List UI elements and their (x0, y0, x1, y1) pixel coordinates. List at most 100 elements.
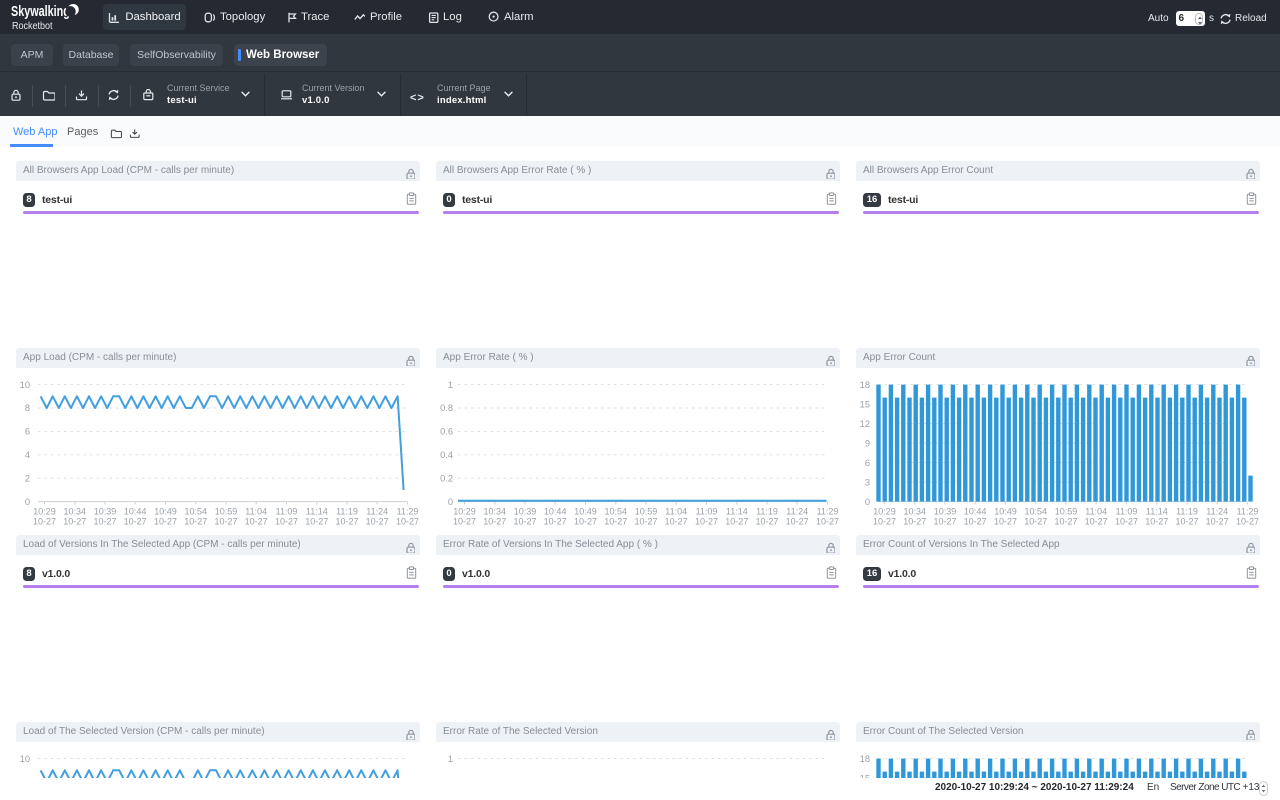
svg-text:0: 0 (865, 497, 870, 507)
svg-text:3: 3 (865, 477, 870, 487)
svg-text:6: 6 (865, 458, 870, 468)
svg-text:11:24: 11:24 (1206, 507, 1228, 517)
svg-text:0.6: 0.6 (440, 427, 453, 437)
svg-text:10-27: 10-27 (665, 517, 688, 527)
svg-text:10-27: 10-27 (604, 517, 627, 527)
svg-text:10:34: 10:34 (484, 507, 507, 517)
svg-text:10:54: 10:54 (1025, 507, 1048, 517)
svg-text:10-27: 10-27 (483, 517, 506, 527)
svg-text:11:19: 11:19 (756, 507, 778, 517)
svg-text:10-27: 10-27 (725, 517, 748, 527)
svg-text:10-27: 10-27 (335, 517, 358, 527)
svg-text:10-27: 10-27 (93, 517, 116, 527)
svg-text:10-27: 10-27 (305, 517, 328, 527)
svg-text:10-27: 10-27 (1236, 517, 1259, 527)
svg-text:11:29: 11:29 (817, 507, 839, 517)
svg-text:10-27: 10-27 (755, 517, 778, 527)
svg-text:8: 8 (25, 403, 30, 413)
svg-text:11:24: 11:24 (366, 507, 388, 517)
svg-text:10-27: 10-27 (513, 517, 536, 527)
svg-text:10: 10 (20, 380, 30, 390)
svg-text:10-27: 10-27 (933, 517, 956, 527)
svg-text:10-27: 10-27 (994, 517, 1017, 527)
svg-text:0.4: 0.4 (440, 450, 453, 460)
svg-text:10-27: 10-27 (275, 517, 298, 527)
svg-text:11:14: 11:14 (1146, 507, 1168, 517)
svg-text:10:54: 10:54 (185, 507, 208, 517)
svg-text:11:09: 11:09 (1116, 507, 1138, 517)
svg-text:12: 12 (860, 419, 870, 429)
svg-text:10:44: 10:44 (544, 507, 567, 517)
svg-text:10:59: 10:59 (635, 507, 658, 517)
svg-text:0.8: 0.8 (440, 403, 453, 413)
svg-text:10:34: 10:34 (904, 507, 927, 517)
svg-text:10:39: 10:39 (514, 507, 537, 517)
svg-text:10:39: 10:39 (94, 507, 117, 517)
svg-text:0: 0 (25, 497, 30, 507)
svg-text:10-27: 10-27 (903, 517, 926, 527)
svg-text:11:29: 11:29 (1237, 507, 1259, 517)
svg-text:0.2: 0.2 (440, 473, 453, 483)
svg-text:10-27: 10-27 (1024, 517, 1047, 527)
svg-text:10-27: 10-27 (396, 517, 419, 527)
svg-text:10:49: 10:49 (574, 507, 597, 517)
svg-text:10-27: 10-27 (453, 517, 476, 527)
svg-text:10-27: 10-27 (63, 517, 86, 527)
svg-text:11:14: 11:14 (726, 507, 748, 517)
svg-text:11:19: 11:19 (336, 507, 358, 517)
svg-text:10-27: 10-27 (786, 517, 809, 527)
svg-text:10-27: 10-27 (1145, 517, 1168, 527)
svg-text:10:44: 10:44 (124, 507, 147, 517)
svg-text:10:59: 10:59 (1055, 507, 1078, 517)
svg-text:10-27: 10-27 (1115, 517, 1138, 527)
svg-text:11:04: 11:04 (1085, 507, 1107, 517)
svg-text:2: 2 (25, 473, 30, 483)
svg-text:9: 9 (865, 438, 870, 448)
svg-text:10-27: 10-27 (154, 517, 177, 527)
svg-text:1: 1 (448, 754, 453, 764)
svg-text:10: 10 (20, 754, 30, 764)
svg-text:10:39: 10:39 (934, 507, 957, 517)
svg-text:10-27: 10-27 (1085, 517, 1108, 527)
svg-text:1: 1 (448, 380, 453, 390)
svg-text:15: 15 (860, 399, 870, 409)
svg-text:10-27: 10-27 (184, 517, 207, 527)
svg-text:11:09: 11:09 (696, 507, 718, 517)
svg-text:10-27: 10-27 (816, 517, 839, 527)
svg-text:10-27: 10-27 (245, 517, 268, 527)
svg-text:11:04: 11:04 (665, 507, 687, 517)
svg-text:10-27: 10-27 (33, 517, 56, 527)
svg-text:11:04: 11:04 (245, 507, 267, 517)
svg-text:11:14: 11:14 (306, 507, 328, 517)
svg-text:18: 18 (860, 380, 870, 390)
svg-text:10-27: 10-27 (124, 517, 147, 527)
svg-text:11:29: 11:29 (397, 507, 419, 517)
svg-text:10-27: 10-27 (574, 517, 597, 527)
svg-text:4: 4 (25, 450, 30, 460)
svg-text:11:09: 11:09 (276, 507, 298, 517)
svg-text:10-27: 10-27 (1054, 517, 1077, 527)
svg-text:11:24: 11:24 (786, 507, 808, 517)
svg-text:10-27: 10-27 (695, 517, 718, 527)
svg-text:18: 18 (860, 754, 870, 764)
svg-text:10:44: 10:44 (964, 507, 987, 517)
svg-text:6: 6 (25, 427, 30, 437)
svg-text:0: 0 (448, 497, 453, 507)
svg-text:10:34: 10:34 (64, 507, 87, 517)
svg-text:10:49: 10:49 (154, 507, 177, 517)
svg-text:10:49: 10:49 (994, 507, 1017, 517)
svg-text:10:29: 10:29 (873, 507, 896, 517)
svg-text:10-27: 10-27 (1175, 517, 1198, 527)
svg-text:10-27: 10-27 (634, 517, 657, 527)
svg-text:10-27: 10-27 (214, 517, 237, 527)
svg-text:10-27: 10-27 (366, 517, 389, 527)
svg-text:10-27: 10-27 (1206, 517, 1229, 527)
svg-text:10:29: 10:29 (33, 507, 56, 517)
svg-text:10-27: 10-27 (964, 517, 987, 527)
svg-text:11:19: 11:19 (1176, 507, 1198, 517)
svg-text:10-27: 10-27 (544, 517, 567, 527)
svg-text:10:59: 10:59 (215, 507, 238, 517)
svg-text:10:29: 10:29 (453, 507, 476, 517)
svg-text:10-27: 10-27 (873, 517, 896, 527)
svg-text:10:54: 10:54 (605, 507, 628, 517)
